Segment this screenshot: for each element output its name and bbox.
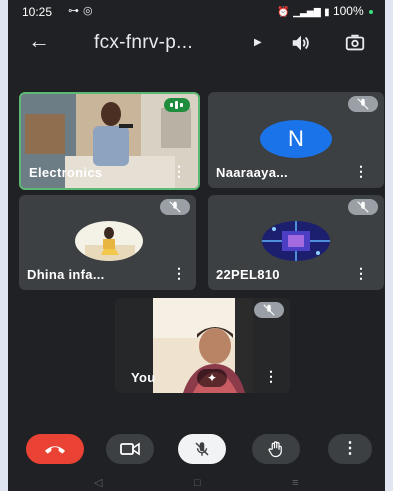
nav-back-icon[interactable]: ◁ (94, 476, 102, 489)
mic-muted-icon (160, 199, 190, 215)
status-right: ⏰ ▁▃▅▇ ▮ 100% (277, 4, 373, 18)
caret-right-icon[interactable]: ▶ (254, 37, 262, 48)
video-camera-icon (120, 442, 140, 456)
speaker-icon[interactable] (290, 32, 312, 54)
avatar (75, 221, 143, 261)
mic-muted-icon (348, 199, 378, 215)
hand-icon (268, 441, 282, 458)
mic-off-icon (195, 442, 209, 456)
nav-home-icon[interactable]: □ (194, 477, 201, 489)
participant-name: You (131, 370, 156, 385)
alarm-icon: ⏰ (277, 7, 290, 18)
sync-icon: ⊶ (68, 5, 79, 17)
tile-more-icon[interactable]: ⋮ (354, 163, 368, 180)
participant-name: Dhina infa... (27, 267, 105, 282)
system-nav-bar: ◁ □ ≡ (8, 475, 385, 491)
status-time: 10:25 (22, 5, 53, 19)
participant-tile-dhina[interactable]: Dhina infa... ⋮ (19, 195, 196, 290)
more-options-button[interactable]: ⋮ (328, 434, 372, 464)
meeting-header: ← fcx-fnrv-p... ▶ (8, 28, 385, 64)
mic-toggle-button[interactable] (178, 434, 226, 464)
mic-muted-icon (348, 96, 378, 112)
participant-tile-electronics[interactable]: Electronics ⋮ (19, 92, 200, 190)
avatar (262, 221, 330, 261)
mic-muted-icon (254, 302, 284, 318)
avatar: N (260, 120, 332, 158)
end-call-button[interactable] (26, 434, 84, 464)
tile-more-icon[interactable]: ⋮ (172, 265, 186, 282)
self-view-tile[interactable]: You ✦ ⋮ (115, 298, 290, 393)
status-bar: 10:25 ⊶ ◎ ⏰ ▁▃▅▇ ▮ 100% (8, 0, 385, 22)
signal-icon: ▁▃▅▇ (293, 7, 321, 17)
back-arrow-icon[interactable]: ← (28, 28, 50, 54)
tile-more-icon[interactable]: ⋮ (264, 368, 278, 385)
camera-toggle-button[interactable] (106, 434, 154, 464)
audio-level-icon (164, 98, 190, 112)
switch-camera-icon[interactable] (344, 32, 366, 54)
hangup-icon (44, 446, 66, 454)
tile-more-icon[interactable]: ⋮ (354, 265, 368, 282)
battery-level: 100% (332, 4, 364, 18)
participant-name: Naaraaya... (216, 165, 288, 180)
participant-name: 22PEL810 (216, 267, 280, 282)
participant-name: Electronics (29, 165, 103, 180)
phone-screen: 10:25 ⊶ ◎ ⏰ ▁▃▅▇ ▮ 100% ← fcx-fnrv-p... … (8, 0, 385, 491)
battery-icon: ▮ (324, 7, 330, 18)
charging-dot (369, 9, 373, 14)
whatsapp-icon: ◎ (83, 5, 93, 17)
meeting-code[interactable]: fcx-fnrv-p... (94, 32, 193, 54)
participant-tile-22pel810[interactable]: 22PEL810 ⋮ (208, 195, 384, 290)
call-controls: ⋮ (8, 430, 385, 470)
effects-icon[interactable]: ✦ (197, 369, 227, 387)
raise-hand-button[interactable] (252, 434, 300, 464)
participant-tile-naaraaya[interactable]: N Naaraaya... ⋮ (208, 92, 384, 188)
tile-more-icon[interactable]: ⋮ (172, 163, 186, 180)
nav-recents-icon[interactable]: ≡ (292, 477, 298, 489)
